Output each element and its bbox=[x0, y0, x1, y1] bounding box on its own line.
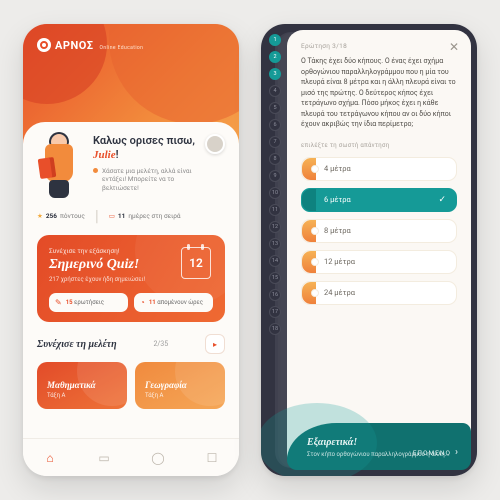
option-2-selected[interactable]: 6 μέτρα✓ bbox=[301, 188, 457, 212]
nav-bag-icon[interactable]: ☐ bbox=[203, 449, 221, 467]
clock-icon: ◔ bbox=[140, 298, 145, 307]
calendar-date-icon: 12 bbox=[181, 247, 211, 279]
subject-card-geography[interactable]: Γεωγραφία Τάξη Α bbox=[135, 362, 225, 409]
chat-icon: ✎ bbox=[55, 298, 62, 307]
quiz-kicker: Συνέχισε την εξάσκηση! bbox=[49, 247, 213, 255]
welcome-username: Julie bbox=[93, 149, 116, 161]
brand-name: ΑΡΝΟΣ bbox=[55, 39, 93, 52]
student-illustration bbox=[37, 134, 85, 198]
stat-streak: ▭ 11ημέρες στη σειρά bbox=[109, 212, 181, 220]
star-icon: ★ bbox=[37, 212, 43, 220]
bottom-nav: ⌂ ▭ ◯ ☐ bbox=[23, 438, 239, 476]
question-body: Ο Τάκης έχει δύο κήπους. Ο ένας έχει σχή… bbox=[301, 56, 457, 130]
option-4[interactable]: 12 μέτρα bbox=[301, 250, 457, 274]
brand: ΑΡΝΟΣ Online Education bbox=[37, 38, 225, 52]
step-4[interactable]: 4 bbox=[269, 85, 281, 97]
calendar-icon: ▭ bbox=[109, 212, 115, 220]
option-5[interactable]: 24 μέτρα bbox=[301, 281, 457, 305]
pick-label: επιλέξτε τη σωστή απάντηση bbox=[301, 142, 457, 149]
option-1[interactable]: 4 μέτρα bbox=[301, 157, 457, 181]
step-12[interactable]: 12 bbox=[269, 221, 281, 233]
subject-card-math[interactable]: Μαθηματικά Τάξη Α bbox=[37, 362, 127, 409]
question-sheet: ✕ Ερώτηση 3/18 Ο Τάκης έχει δύο κήπους. … bbox=[287, 30, 471, 470]
question-stepper: 1 2 3 4 5 6 7 8 9 10 11 12 13 14 15 16 1… bbox=[267, 34, 283, 466]
question-counter: Ερώτηση 3/18 bbox=[301, 42, 457, 50]
subject-grade: Τάξη Α bbox=[47, 392, 117, 399]
step-17[interactable]: 17 bbox=[269, 306, 281, 318]
step-1[interactable]: 1 bbox=[269, 34, 281, 46]
nav-home-icon[interactable]: ⌂ bbox=[41, 449, 59, 467]
step-3-current[interactable]: 3 bbox=[269, 68, 281, 80]
subject-cards: Μαθηματικά Τάξη Α Γεωγραφία Τάξη Α bbox=[37, 362, 225, 409]
study-progress: 2/35 bbox=[153, 340, 168, 348]
welcome-title: Καλως ορισες πισω, Julie! bbox=[93, 134, 197, 163]
play-button[interactable]: ▸ bbox=[205, 334, 225, 354]
step-5[interactable]: 5 bbox=[269, 102, 281, 114]
bullet-icon bbox=[93, 168, 98, 173]
daily-quiz-card[interactable]: 12 Συνέχισε την εξάσκηση! Σημερινό Quiz!… bbox=[37, 235, 225, 322]
nav-book-icon[interactable]: ▭ bbox=[95, 449, 113, 467]
home-screen: ΑΡΝΟΣ Online Education Καλως ορισες πισω… bbox=[23, 24, 239, 476]
step-13[interactable]: 13 bbox=[269, 238, 281, 250]
step-6[interactable]: 6 bbox=[269, 119, 281, 131]
chip-time: ◔ 11 απομένουν ώρες bbox=[134, 293, 213, 312]
answer-options: 4 μέτρα 6 μέτρα✓ 8 μέτρα 12 μέτρα 24 μέτ… bbox=[301, 157, 457, 305]
close-icon[interactable]: ✕ bbox=[449, 40, 459, 54]
check-icon: ✓ bbox=[438, 195, 446, 205]
welcome-subtext: Χάσατε μια μελέτη, αλλά είναι εντάξει! Μ… bbox=[93, 167, 197, 193]
chip-questions: ✎ 15 ερωτήσεις bbox=[49, 293, 128, 312]
subject-name: Γεωγραφία bbox=[145, 380, 215, 390]
home-panel: Καλως ορισες πισω, Julie! Χάσατε μια μελ… bbox=[23, 122, 239, 438]
step-18[interactable]: 18 bbox=[269, 323, 281, 335]
quiz-meta: 217 χρήστες έχουν ήδη σημειώσει! bbox=[49, 276, 213, 283]
stats-row: ★ 256πόντους | ▭ 11ημέρες στη σειρά bbox=[37, 206, 225, 225]
step-16[interactable]: 16 bbox=[269, 289, 281, 301]
stat-points: ★ 256πόντους bbox=[37, 212, 85, 220]
next-button[interactable]: ΕΠΟΜΕΝΟ bbox=[413, 447, 459, 458]
feedback-footer: Εξαιρετικά! Στον κήπο ορθογώνιου παραλλη… bbox=[287, 423, 471, 470]
avatar[interactable] bbox=[205, 134, 225, 154]
step-10[interactable]: 10 bbox=[269, 187, 281, 199]
step-15[interactable]: 15 bbox=[269, 272, 281, 284]
brand-logo-icon bbox=[37, 38, 51, 52]
quiz-title: Σημερινό Quiz! bbox=[49, 257, 213, 273]
step-14[interactable]: 14 bbox=[269, 255, 281, 267]
subject-name: Μαθηματικά bbox=[47, 380, 117, 390]
study-section-header: Συνέχισε τη μελέτη 2/35 ▸ bbox=[37, 334, 225, 354]
welcome-row: Καλως ορισες πισω, Julie! Χάσατε μια μελ… bbox=[37, 134, 225, 198]
step-11[interactable]: 11 bbox=[269, 204, 281, 216]
subject-grade: Τάξη Α bbox=[145, 392, 215, 399]
nav-profile-icon[interactable]: ◯ bbox=[149, 449, 167, 467]
step-2[interactable]: 2 bbox=[269, 51, 281, 63]
step-7[interactable]: 7 bbox=[269, 136, 281, 148]
option-3[interactable]: 8 μέτρα bbox=[301, 219, 457, 243]
quiz-screen: 1 2 3 4 5 6 7 8 9 10 11 12 13 14 15 16 1… bbox=[261, 24, 477, 476]
brand-tagline: Online Education bbox=[99, 45, 143, 51]
step-8[interactable]: 8 bbox=[269, 153, 281, 165]
study-title: Συνέχισε τη μελέτη bbox=[37, 339, 117, 350]
step-9[interactable]: 9 bbox=[269, 170, 281, 182]
